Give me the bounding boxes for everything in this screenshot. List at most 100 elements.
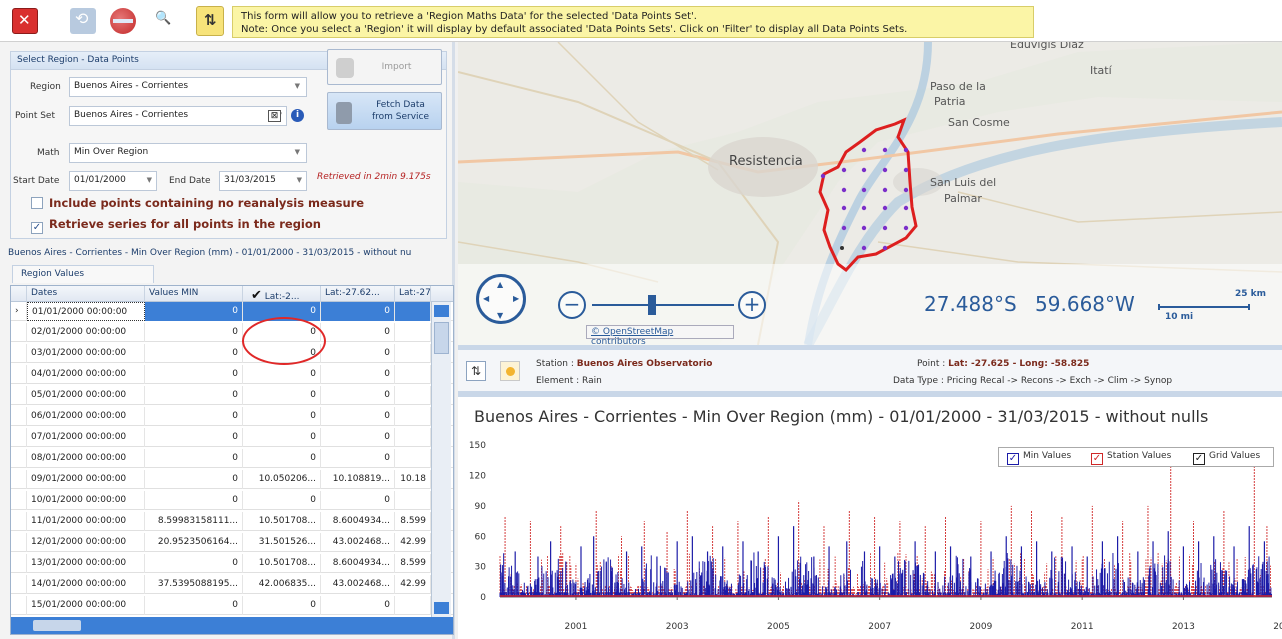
table-row[interactable]: 15/01/2000 00:00:00 0 0 0 (11, 596, 453, 615)
table-cell[interactable]: 0 (321, 428, 395, 447)
table-cell[interactable]: 0 (145, 407, 243, 426)
close-icon[interactable] (12, 8, 38, 34)
table-cell[interactable]: 04/01/2000 00:00:00 (27, 365, 145, 384)
table-cell[interactable]: 37.5395088195... (145, 575, 243, 594)
table-cell[interactable]: 10/01/2000 00:00:00 (27, 491, 145, 510)
table-cell[interactable]: 14/01/2000 00:00:00 (27, 575, 145, 594)
osm-attribution-link[interactable]: © OpenStreetMap contributors (586, 325, 734, 345)
table-cell[interactable] (395, 449, 431, 468)
zoom-slider[interactable] (592, 304, 734, 306)
pan-right-icon[interactable]: ▶ (513, 294, 519, 303)
table-cell[interactable]: 0 (321, 386, 395, 405)
zoom-out-icon[interactable]: − (558, 291, 586, 319)
table-cell[interactable]: 06/01/2000 00:00:00 (27, 407, 145, 426)
table-cell[interactable]: 11/01/2000 00:00:00 (27, 512, 145, 531)
table-cell[interactable] (395, 491, 431, 510)
end-date-picker[interactable]: 31/03/2015 ▼ (219, 171, 307, 191)
table-cell[interactable]: 10.050206... (243, 470, 321, 489)
table-cell[interactable]: 02/01/2000 00:00:00 (27, 323, 145, 342)
weather-icon[interactable] (500, 361, 520, 381)
table-cell[interactable]: 0 (145, 491, 243, 510)
table-cell[interactable]: 01/01/2000 00:00:00 (27, 302, 145, 321)
table-cell[interactable]: 0 (145, 596, 243, 615)
table-cell[interactable]: 07/01/2000 00:00:00 (27, 428, 145, 447)
table-cell[interactable]: 0 (145, 554, 243, 573)
table-cell[interactable] (395, 407, 431, 426)
point-set-select[interactable]: Buenos Aires - Corrientes ▼ (69, 106, 287, 126)
table-row[interactable]: 06/01/2000 00:00:00 0 0 0 (11, 407, 453, 426)
legend-grid-values[interactable]: ✓ Grid Values (1193, 451, 1260, 465)
column-header-dates[interactable]: Dates (27, 286, 145, 302)
table-row[interactable]: 03/01/2000 00:00:00 0 0 0 (11, 344, 453, 363)
legend-station-values[interactable]: ✓ Station Values (1091, 451, 1171, 465)
table-cell[interactable] (395, 365, 431, 384)
table-cell[interactable]: 0 (243, 407, 321, 426)
table-cell[interactable]: 10.501708... (243, 554, 321, 573)
table-cell[interactable]: 8.6004934... (321, 554, 395, 573)
table-row[interactable]: 05/01/2000 00:00:00 0 0 0 (11, 386, 453, 405)
table-cell[interactable]: 15/01/2000 00:00:00 (27, 596, 145, 615)
table-cell[interactable]: 8.59983158111... (145, 512, 243, 531)
table-cell[interactable]: 0 (321, 365, 395, 384)
zoom-slider-handle[interactable] (648, 295, 656, 315)
table-cell[interactable]: 31.501526... (243, 533, 321, 552)
table-row[interactable]: 02/01/2000 00:00:00 0 0 0 (11, 323, 453, 342)
table-row[interactable]: 11/01/2000 00:00:00 8.59983158111... 10.50… (11, 512, 453, 531)
table-cell[interactable]: 03/01/2000 00:00:00 (27, 344, 145, 363)
scroll-down-icon[interactable] (434, 602, 449, 614)
swap-icon[interactable] (196, 6, 224, 36)
table-cell[interactable]: 0 (243, 428, 321, 447)
table-cell[interactable]: 0 (321, 407, 395, 426)
table-row[interactable]: 07/01/2000 00:00:00 0 0 0 (11, 428, 453, 447)
table-cell[interactable]: 05/01/2000 00:00:00 (27, 386, 145, 405)
search-icon[interactable] (150, 8, 176, 34)
column-header-lat-1[interactable]: ✔ Lat:-2... (243, 286, 321, 302)
column-header-lat-3[interactable]: Lat:-27.6 (395, 286, 431, 302)
math-select[interactable]: Min Over Region ▼ (69, 143, 307, 163)
start-date-picker[interactable]: 01/01/2000 ▼ (69, 171, 157, 191)
table-cell[interactable]: 0 (145, 386, 243, 405)
table-cell[interactable]: 10.18 (395, 470, 431, 489)
table-cell[interactable] (395, 302, 431, 321)
table-cell[interactable]: 0 (145, 428, 243, 447)
table-cell[interactable]: 42.99 (395, 533, 431, 552)
table-cell[interactable]: 0 (145, 344, 243, 363)
table-cell[interactable]: 0 (321, 449, 395, 468)
table-cell[interactable] (395, 344, 431, 363)
table-cell[interactable]: 43.002468... (321, 575, 395, 594)
table-cell[interactable]: 8.599 (395, 554, 431, 573)
table-cell[interactable]: 0 (321, 302, 395, 321)
table-cell[interactable]: 42.99 (395, 575, 431, 594)
refresh-icon[interactable] (70, 8, 96, 34)
vertical-scrollbar[interactable] (431, 302, 451, 617)
horizontal-scrollbar[interactable] (11, 617, 453, 634)
include-points-checkbox[interactable]: Include points containing no reanalysis … (31, 196, 364, 210)
table-cell[interactable]: 0 (321, 491, 395, 510)
table-row[interactable]: 04/01/2000 00:00:00 0 0 0 (11, 365, 453, 384)
table-cell[interactable] (395, 428, 431, 447)
table-cell[interactable] (395, 386, 431, 405)
table-cell[interactable]: 0 (321, 323, 395, 342)
pan-control[interactable]: ◀ ▶ (476, 274, 526, 324)
pan-left-icon[interactable]: ◀ (483, 294, 489, 303)
table-cell[interactable]: 0 (243, 596, 321, 615)
tab-region-values[interactable]: Region Values (12, 265, 154, 283)
table-cell[interactable]: 0 (243, 491, 321, 510)
scroll-up-icon[interactable] (434, 305, 449, 317)
table-cell[interactable]: 0 (145, 449, 243, 468)
map-view[interactable]: Eduvigis Díaz Itatí Paso de la Patria Sa… (458, 42, 1282, 345)
table-cell[interactable]: 8.6004934... (321, 512, 395, 531)
table-cell[interactable]: 09/01/2000 00:00:00 (27, 470, 145, 489)
table-row[interactable]: 10/01/2000 00:00:00 0 0 0 (11, 491, 453, 510)
legend-min-values[interactable]: ✓ Min Values (1007, 451, 1071, 465)
table-cell[interactable]: 10.501708... (243, 512, 321, 531)
fetch-data-button[interactable]: Fetch Data from Service (327, 92, 442, 130)
column-header-lat-2[interactable]: Lat:-27.62... (321, 286, 395, 302)
table-cell[interactable]: 20.9523506164... (145, 533, 243, 552)
table-cell[interactable]: 0 (145, 470, 243, 489)
table-cell[interactable] (395, 323, 431, 342)
table-cell[interactable]: 0 (243, 386, 321, 405)
table-cell[interactable]: 0 (321, 344, 395, 363)
swap-icon[interactable]: ⇅ (466, 361, 486, 381)
table-cell[interactable]: 0 (145, 302, 243, 321)
